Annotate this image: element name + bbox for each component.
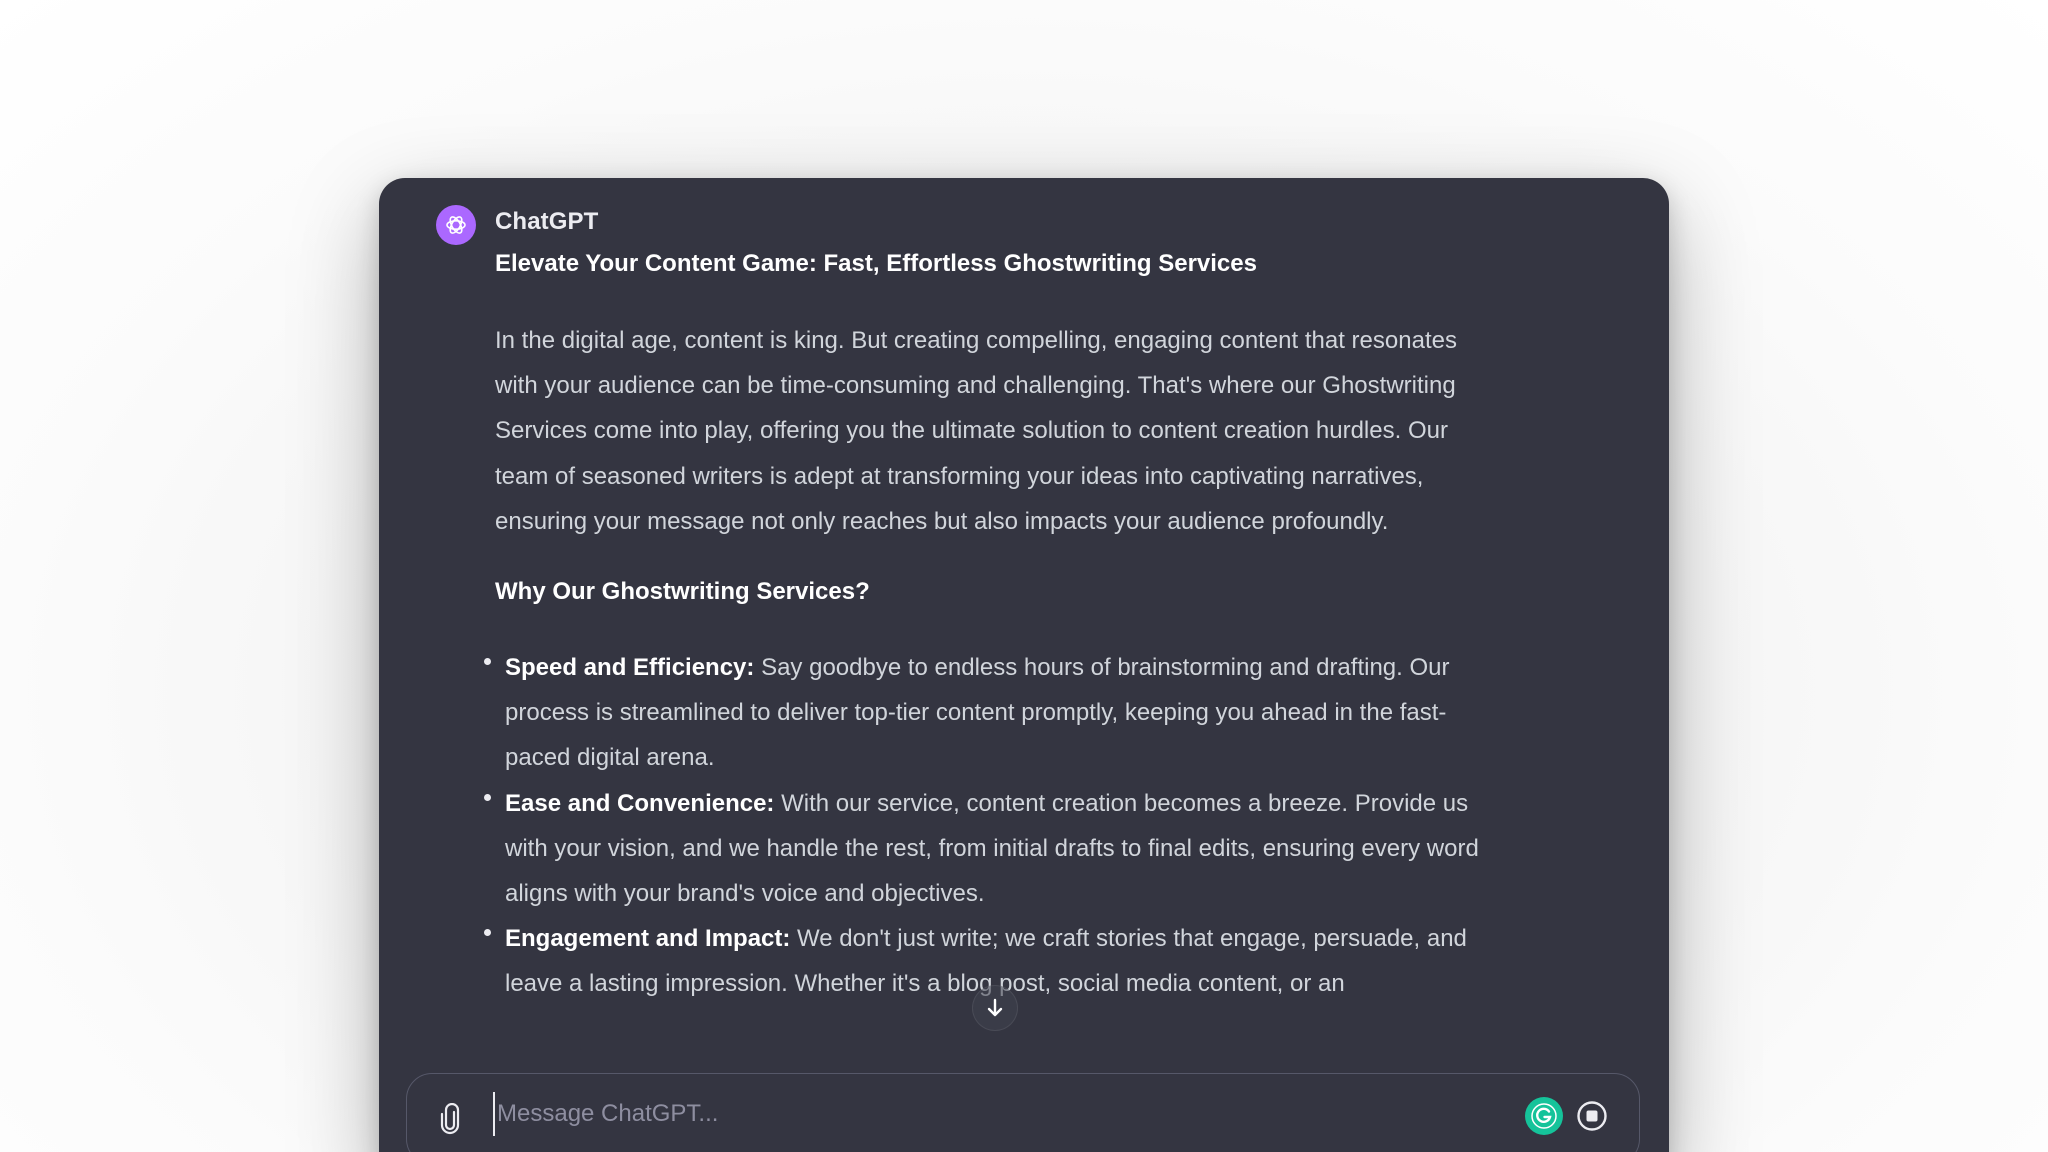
chat-window: ChatGPT Elevate Your Content Game: Fast,…	[379, 178, 1669, 1152]
grammarly-button[interactable]	[1525, 1097, 1563, 1135]
bullet-label: Ease and Convenience:	[505, 789, 775, 817]
benefits-list: Speed and Efficiency: Say goodbye to end…	[484, 645, 1495, 1007]
list-item: Ease and Convenience: With our service, …	[484, 781, 1495, 917]
message-composer	[406, 1073, 1640, 1152]
grammarly-icon	[1531, 1103, 1557, 1129]
list-item: Speed and Efficiency: Say goodbye to end…	[484, 645, 1495, 781]
message-input[interactable]	[493, 1092, 1497, 1136]
scroll-to-bottom-button[interactable]	[972, 985, 1018, 1031]
bullet-dot	[484, 658, 491, 666]
sender-name: ChatGPT	[495, 208, 599, 235]
arrow-down-icon	[987, 998, 1003, 1017]
bullet-label: Engagement and Impact:	[505, 925, 791, 953]
paperclip-icon	[440, 1103, 460, 1135]
chatgpt-avatar	[436, 205, 476, 245]
message-title: Elevate Your Content Game: Fast, Effortl…	[495, 250, 1257, 277]
message-subheading: Why Our Ghostwriting Services?	[495, 578, 870, 606]
bullet-dot	[484, 793, 491, 801]
attach-file-button[interactable]	[435, 1102, 465, 1136]
message-intro-paragraph: In the digital age, content is king. But…	[495, 327, 1457, 535]
bullet-label: Speed and Efficiency:	[505, 654, 755, 682]
stop-generating-button[interactable]	[1574, 1098, 1610, 1134]
stop-generating-icon	[1577, 1101, 1607, 1131]
openai-logo-icon	[446, 216, 466, 234]
bullet-dot	[484, 929, 491, 937]
assistant-message: Elevate Your Content Game: Fast, Effortl…	[484, 248, 1495, 1007]
